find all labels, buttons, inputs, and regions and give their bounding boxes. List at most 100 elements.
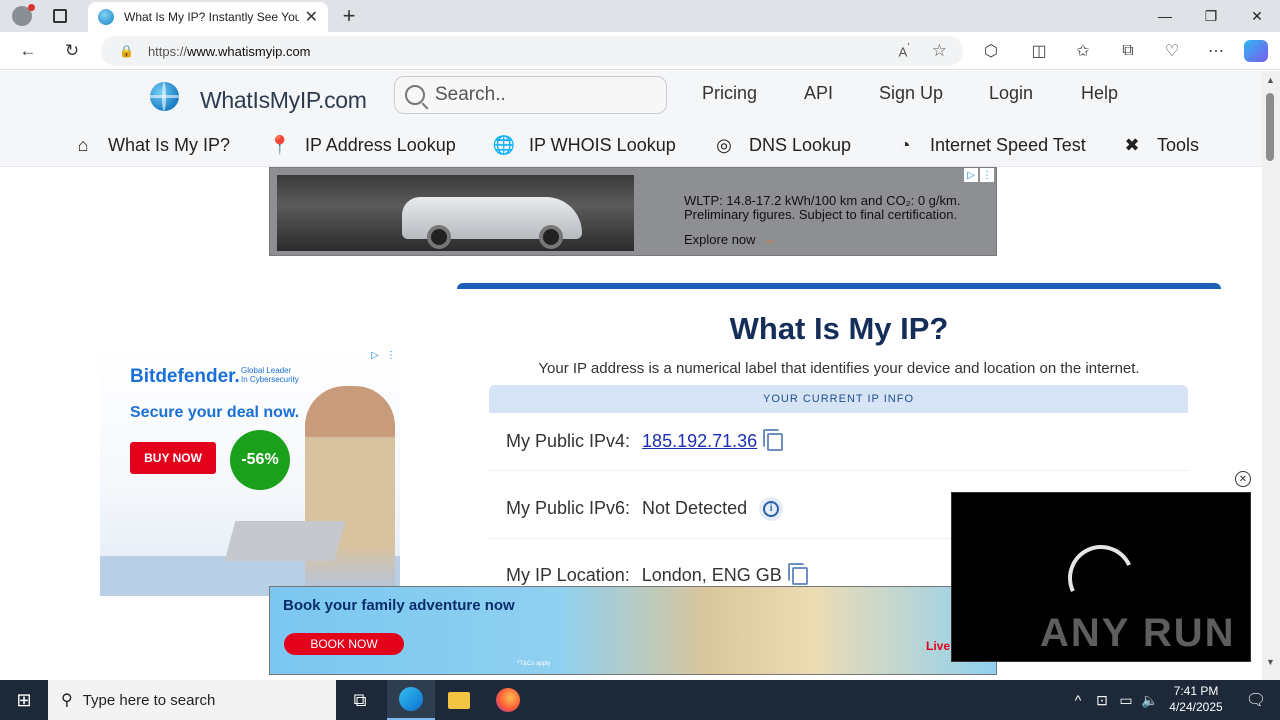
tagline-line: Global Leader [241,366,292,375]
menu-dns-lookup[interactable]: ◎ DNS Lookup [713,134,851,156]
volume-icon[interactable]: 🔈 [1138,680,1162,720]
map-pin-icon: 📍 [268,134,292,155]
address-bar[interactable]: 🔒 https://www.whatismyip.com Aʼ ☆ [101,36,963,66]
ipv4-row: My Public IPv4: 185.192.71.36 [489,413,1188,471]
windows-taskbar: ⊞ ⚲ Type here to search ⧉ ^ ⊡ ▭ 🔈 7:41 P… [0,680,1280,720]
menu-label: What Is My IP? [108,134,231,155]
menu-tools[interactable]: ✖ Tools [1121,134,1199,156]
book-now-button[interactable]: BOOK NOW [284,633,404,655]
ad-brand: Bitdefender. [130,366,240,387]
info-icon[interactable]: i [759,496,784,521]
close-window-button[interactable]: ✕ [1234,0,1280,32]
ad-text-line: Preliminary figures. Subject to final ce… [684,207,958,222]
ad-choices[interactable]: ▷ ⋮ [368,348,398,362]
scroll-up-icon[interactable]: ▲ [1266,75,1275,85]
copy-icon[interactable] [787,562,808,585]
minimize-button[interactable]: — [1142,0,1188,32]
copilot-icon[interactable] [1244,40,1268,62]
ad-disclaimer: WLTP: 14.8-17.2 kWh/100 km and CO₂: 0 g/… [684,194,960,222]
ad-text-line: WLTP: 14.8-17.2 kWh/100 km and CO₂: 0 g/… [684,193,961,208]
read-aloud-icon[interactable]: Aʼ [899,42,910,59]
ipv4-value-link[interactable]: 185.192.71.36 [642,431,757,452]
nav-link-sign-up[interactable]: Sign Up [879,83,943,104]
tab-actions-icon[interactable] [53,9,67,23]
url-scheme: https:// [147,43,187,59]
file-explorer-icon[interactable] [435,680,483,720]
nav-link-help[interactable]: Help [1081,83,1118,104]
page-scrollbar[interactable]: ▲ ▼ [1262,71,1280,680]
tui-banner-ad[interactable]: Book your family adventure now BOOK NOW … [269,586,997,675]
active-tab[interactable]: What Is My IP? Instantly See Your ✕ [88,2,328,32]
home-icon: ⌂ [77,134,89,155]
copy-icon[interactable] [763,428,784,451]
restore-button[interactable]: ❐ [1188,0,1234,32]
favorites-icon[interactable]: ✩ [1069,38,1097,64]
network-icon[interactable]: ▭ [1114,680,1138,720]
ipv6-label: My Public IPv6: [506,498,631,518]
more-options-icon[interactable]: ⋯ [1202,38,1230,64]
buy-now-button[interactable]: BUY NOW [130,442,216,474]
clock-date: 4/24/2025 [1169,700,1223,714]
ad-corner-text: Live [926,639,951,653]
menu-speed-test[interactable]: ◔ Internet Speed Test [894,134,1086,156]
ad-play-icon: ▷ [964,168,978,182]
site-logo[interactable]: WhatIsMyIP.com [150,79,367,114]
explore-now-link[interactable]: Explore now → [684,232,777,247]
site-search-box[interactable] [394,76,667,114]
collections-icon[interactable]: ⧉ [1114,38,1142,64]
show-hidden-icons[interactable]: ^ [1066,680,1090,720]
globe-icon: 🌐 [492,134,516,155]
globe-logo-icon [150,82,179,111]
system-clock[interactable]: 7:41 PM 4/24/2025 [1165,683,1227,715]
new-tab-button[interactable]: + [338,3,360,29]
arrow-icon: → [763,232,777,247]
menu-ip-whois-lookup[interactable]: 🌐 IP WHOIS Lookup [493,134,676,156]
menu-ip-address-lookup[interactable]: 📍 IP Address Lookup [269,134,456,156]
bitdefender-ad[interactable]: Bitdefender. Global Leader In Cybersecuri… [100,346,400,596]
car-wheel [539,225,563,249]
start-button[interactable]: ⊞ [0,680,48,720]
location-label: My IP Location: [506,565,630,585]
speedometer-icon: ◔ [899,134,911,155]
floating-video-player[interactable]: ANY RUN [951,492,1251,662]
ipv4-label: My Public IPv4: [506,431,631,451]
url-host: www.whatismyip.com [186,43,311,59]
back-button[interactable]: ← [13,37,43,65]
nav-link-login[interactable]: Login [989,83,1033,104]
edge-taskbar-icon[interactable] [387,680,435,720]
nav-link-api[interactable]: API [804,83,833,104]
menu-label: IP Address Lookup [305,134,456,155]
close-tab-icon[interactable]: ✕ [305,7,318,27]
site-search-input[interactable] [435,84,635,106]
extensions-icon[interactable]: ⬡ [977,38,1005,64]
ad-choices[interactable]: ▷ ⋮ [964,168,994,182]
loading-spinner-icon [1058,535,1144,621]
page-subtitle: Your IP address is a numerical label tha… [538,360,1140,377]
ip-info-header: YOUR CURRENT IP INFO [489,385,1188,413]
clock-time: 7:41 PM [1173,684,1219,698]
firefox-icon[interactable] [484,680,532,720]
search-icon [405,85,425,105]
notification-dot-icon [28,4,35,11]
web-page: WhatIsMyIP.com Pricing API Sign Up Login… [0,71,1262,680]
car-banner-ad[interactable]: WLTP: 14.8-17.2 kWh/100 km and CO₂: 0 g/… [269,167,997,256]
notifications-icon[interactable]: 🗨 [1232,680,1280,720]
task-view-icon[interactable]: ⧉ [336,680,384,720]
ad-laptop-image [224,521,346,561]
lock-icon: 🔒 [119,44,134,58]
menu-what-is-my-ip[interactable]: ⌂ What Is My IP? [72,134,230,156]
scrollbar-thumb[interactable] [1266,93,1274,161]
favorite-star-icon[interactable]: ☆ [932,41,947,61]
nav-link-pricing[interactable]: Pricing [702,83,757,104]
taskbar-search[interactable]: ⚲ Type here to search [48,680,336,720]
close-video-icon[interactable]: ✕ [1235,471,1251,487]
browser-essentials-icon[interactable]: ♡ [1158,38,1186,64]
cta-label: Explore now [684,232,756,247]
scroll-down-icon[interactable]: ▼ [1266,657,1275,667]
url-text[interactable]: https://www.whatismyip.com [148,44,899,59]
ad-headline: Secure your deal now. [130,404,300,421]
split-screen-icon[interactable]: ◫ [1025,38,1053,64]
ad-play-icon: ▷ [371,349,379,361]
system-tray-icon[interactable]: ⊡ [1090,680,1114,720]
refresh-button[interactable]: ↻ [57,37,87,65]
